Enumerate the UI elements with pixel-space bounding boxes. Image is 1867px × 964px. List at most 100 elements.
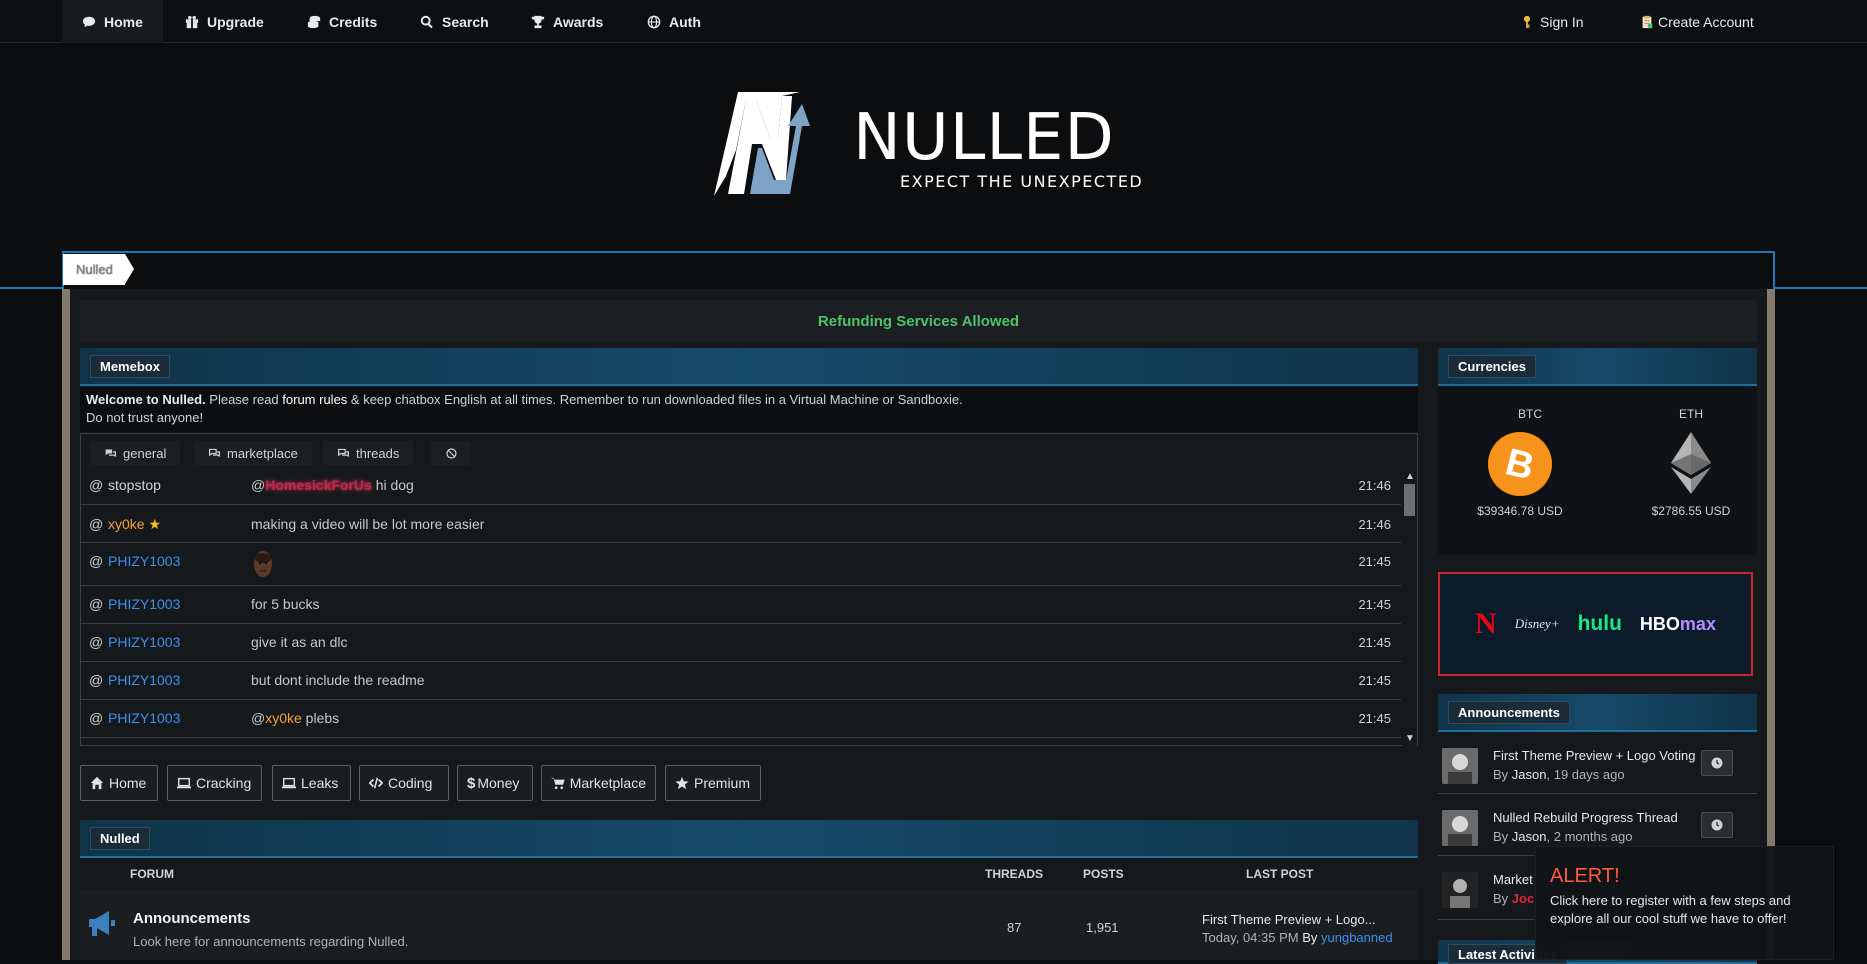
forum-column-headers: FORUM THREADS POSTS LAST POST bbox=[80, 858, 1418, 890]
nulled-logo-mark-icon bbox=[714, 92, 810, 196]
sign-in-link[interactable]: Sign In bbox=[1520, 0, 1584, 43]
forum-section-title: Nulled bbox=[90, 827, 150, 850]
announcement-title[interactable]: First Theme Preview + Logo Voting bbox=[1493, 748, 1695, 763]
streaming-ad-banner[interactable]: N Disney+ hulu HBOmax bbox=[1438, 572, 1753, 676]
avatar[interactable] bbox=[1442, 748, 1478, 784]
category-marketplace-button[interactable]: Marketplace bbox=[541, 765, 656, 801]
forum-thread-count: 87 bbox=[1007, 920, 1022, 935]
last-post-user-link[interactable]: yungbanned bbox=[1321, 930, 1393, 945]
forum-title-link[interactable]: Announcements bbox=[133, 910, 251, 927]
announcement-author[interactable]: Jason bbox=[1512, 829, 1547, 844]
category-home-button[interactable]: Home bbox=[80, 765, 158, 801]
category-label: Premium bbox=[694, 775, 751, 791]
last-post-time: Today, 04:35 PM bbox=[1202, 930, 1299, 945]
welcome-pre: Please read bbox=[205, 392, 283, 407]
chat-mention-user[interactable]: HomesickForUs bbox=[265, 477, 372, 493]
avatar[interactable] bbox=[1442, 872, 1478, 908]
chat-message-text: plebs bbox=[301, 710, 340, 726]
create-account-label: Create Account bbox=[1658, 13, 1754, 30]
memebox-header: Memebox bbox=[80, 348, 1418, 386]
star-icon bbox=[675, 776, 689, 790]
btc-label: BTC bbox=[1518, 407, 1542, 421]
announcements-header: Announcements bbox=[1438, 694, 1757, 732]
breadcrumb[interactable]: Nulled bbox=[63, 254, 134, 285]
site-logo[interactable]: NULLED EXPECT THE UNEXPECTED bbox=[710, 90, 1150, 200]
forum-rules-link[interactable]: forum rules bbox=[282, 392, 347, 407]
category-money-button[interactable]: $ Money bbox=[457, 765, 533, 801]
nav-search[interactable]: Search bbox=[400, 0, 509, 43]
mention-icon[interactable]: @ bbox=[89, 596, 103, 612]
tab-threads-label: threads bbox=[356, 445, 400, 461]
last-post-title-link[interactable]: First Theme Preview + Logo... bbox=[1202, 912, 1376, 927]
chat-message-text: give it as an dlc bbox=[251, 634, 348, 650]
announcement-author[interactable]: Jason bbox=[1512, 767, 1547, 782]
avatar[interactable] bbox=[1442, 810, 1478, 846]
announcement-author[interactable]: Joc bbox=[1512, 891, 1534, 906]
logo-title: NULLED bbox=[853, 101, 1115, 175]
nav-credits[interactable]: Credits bbox=[287, 0, 397, 43]
announcements-title: Announcements bbox=[1448, 701, 1570, 724]
tab-marketplace[interactable]: marketplace bbox=[194, 441, 312, 465]
eth-price: $2786.55 USD bbox=[1651, 504, 1731, 518]
chat-username[interactable]: PHIZY1003 bbox=[108, 553, 180, 569]
tab-blocked[interactable] bbox=[431, 441, 471, 465]
chat-username[interactable]: PHIZY1003 bbox=[108, 672, 180, 688]
scrollbar-thumb[interactable] bbox=[1404, 484, 1415, 516]
scroll-up-icon[interactable]: ▲ bbox=[1405, 471, 1415, 482]
mention-icon[interactable]: @ bbox=[89, 477, 103, 493]
category-cracking-button[interactable]: Cracking bbox=[167, 765, 262, 801]
forum-section-header: Nulled bbox=[80, 820, 1418, 858]
welcome-bold: Welcome to Nulled. bbox=[86, 392, 206, 407]
category-label: Leaks bbox=[301, 775, 339, 791]
chat-username[interactable]: stopstop bbox=[108, 477, 161, 493]
netflix-logo: N bbox=[1475, 607, 1497, 640]
chat-mention-user[interactable]: xy0ke bbox=[265, 710, 302, 726]
chat-username[interactable]: PHIZY1003 bbox=[108, 596, 180, 612]
clock-icon bbox=[1711, 819, 1723, 831]
nav-home[interactable]: Home bbox=[62, 0, 163, 43]
chat-message-text: for 5 bucks bbox=[251, 596, 320, 612]
mention-icon[interactable]: @ bbox=[89, 634, 103, 650]
tab-general[interactable]: general bbox=[90, 441, 181, 465]
btc-price: $39346.78 USD bbox=[1477, 504, 1563, 518]
chat-message: @ stopstop @HomesickForUs hi dog 21:46 bbox=[81, 469, 1401, 505]
chat-username[interactable]: xy0ke ★ bbox=[108, 516, 161, 533]
announcement-title[interactable]: Nulled Rebuild Progress Thread bbox=[1493, 810, 1678, 825]
mention-icon[interactable]: @ bbox=[89, 553, 103, 569]
announcement-item[interactable]: First Theme Preview + Logo Voting By Jas… bbox=[1438, 734, 1757, 794]
create-account-link[interactable]: Create Account bbox=[1640, 0, 1754, 43]
chat-time: 21:45 bbox=[1358, 554, 1391, 569]
clock-button[interactable] bbox=[1701, 750, 1733, 776]
chat-time: 21:45 bbox=[1358, 673, 1391, 688]
chat-message-text: but dont include the readme bbox=[251, 672, 425, 688]
col-forum: FORUM bbox=[130, 867, 174, 881]
register-alert-popup[interactable]: ALERT! Click here to register with a few… bbox=[1535, 846, 1834, 960]
category-coding-button[interactable]: Coding bbox=[359, 765, 449, 801]
announcement-title[interactable]: Market bbox=[1493, 872, 1533, 887]
nav-home-label: Home bbox=[104, 13, 143, 30]
chat-message: @ PHIZY1003 for 5 bucks 21:45 bbox=[81, 586, 1401, 624]
nav-awards[interactable]: Awards bbox=[511, 0, 623, 43]
scroll-down-icon[interactable]: ▼ bbox=[1405, 733, 1415, 744]
chat-text: @xy0ke plebs bbox=[251, 710, 339, 726]
chat-scrollbar[interactable]: ▲ ▼ bbox=[1402, 469, 1417, 746]
chat-username[interactable]: PHIZY1003 bbox=[108, 634, 180, 650]
clock-button[interactable] bbox=[1701, 812, 1733, 838]
tab-threads[interactable]: threads bbox=[323, 441, 414, 465]
mention-icon[interactable]: @ bbox=[89, 516, 103, 532]
chat-message-text: hi dog bbox=[371, 477, 414, 493]
chat-username[interactable]: PHIZY1003 bbox=[108, 710, 180, 726]
currencies-title: Currencies bbox=[1448, 355, 1536, 378]
chat-message: @ PHIZY1003 but dont include the readme … bbox=[81, 662, 1401, 700]
mention-icon[interactable]: @ bbox=[89, 710, 103, 726]
accent-band-left bbox=[0, 287, 63, 289]
megaphone-icon bbox=[89, 911, 115, 936]
comment-outline-icon bbox=[209, 448, 220, 457]
nav-auth[interactable]: Auth bbox=[627, 0, 721, 43]
nav-upgrade[interactable]: Upgrade bbox=[165, 0, 284, 43]
category-leaks-button[interactable]: Leaks bbox=[272, 765, 351, 801]
announcement-meta: By Jason, 19 days ago bbox=[1493, 767, 1625, 782]
nav-credits-label: Credits bbox=[329, 13, 378, 30]
category-premium-button[interactable]: Premium bbox=[665, 765, 761, 801]
mention-icon[interactable]: @ bbox=[89, 672, 103, 688]
